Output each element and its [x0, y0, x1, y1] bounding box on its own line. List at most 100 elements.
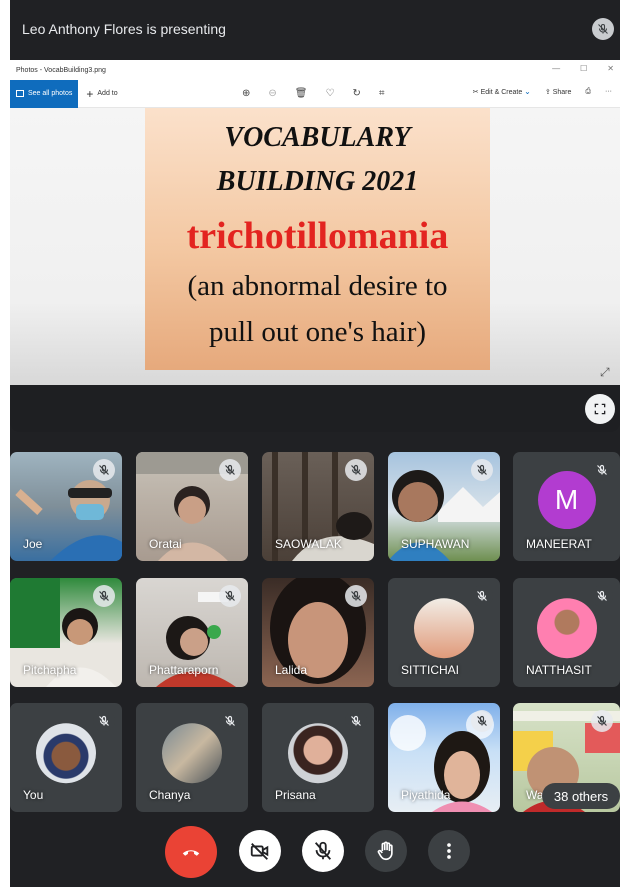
slide-definition-line1: (an abnormal desire to — [187, 270, 448, 302]
participant-tile-you[interactable]: You — [10, 703, 122, 812]
slide-image: VOCABULARY BUILDING 2021 trichotillomani… — [145, 108, 490, 370]
mic-muted-icon — [471, 585, 493, 607]
fullscreen-icon — [594, 403, 606, 415]
participant-name: Joe — [23, 537, 43, 551]
hang-up-icon — [182, 850, 200, 856]
mic-muted-icon — [471, 710, 493, 732]
maximize-icon[interactable]: ☐ — [580, 64, 587, 73]
participant-tile-piyathida[interactable]: Piyathida — [388, 703, 500, 812]
avatar — [288, 722, 348, 783]
participant-name: SITTICHAI — [401, 663, 460, 677]
mic-muted-icon — [93, 710, 115, 732]
participant-tile-saowalak[interactable]: SAOWALAK — [262, 452, 374, 561]
participant-name: SAOWALAK — [275, 537, 342, 551]
slide-heading-line2: BUILDING 2021 — [216, 166, 419, 197]
participant-name: Lalida — [275, 663, 308, 677]
avatar — [414, 597, 474, 658]
share-label: Share — [552, 88, 572, 96]
mic-muted-icon — [219, 459, 241, 481]
add-to-button[interactable]: + Add to — [86, 88, 117, 100]
avatar — [536, 597, 597, 658]
share-button[interactable]: ⇪ Share — [545, 88, 572, 96]
mic-muted-icon — [219, 585, 241, 607]
participant-tile-maneerat[interactable]: M MANEERAT — [513, 452, 620, 561]
mic-muted-icon — [345, 459, 367, 481]
mic-muted-icon — [345, 585, 367, 607]
participant-name: Wa — [526, 788, 544, 802]
hand-icon — [377, 841, 393, 861]
chevron-down-icon: ⌄ — [524, 87, 531, 96]
participant-tile-chanya[interactable]: Chanya — [136, 703, 248, 812]
see-all-label: See all photos — [28, 90, 73, 97]
mic-muted-icon — [219, 710, 241, 732]
minimize-icon[interactable]: — — [552, 64, 560, 73]
more-icon[interactable]: ··· — [605, 88, 612, 95]
print-icon[interactable]: ⎙ — [585, 88, 591, 96]
mic-muted-icon — [591, 710, 613, 732]
participant-tile-phattaraporn[interactable]: Phattaraporn — [136, 578, 248, 687]
mic-toggle-button[interactable] — [302, 830, 344, 872]
photos-window: Photos - VocabBuilding3.png — ☐ ✕ See al… — [10, 60, 620, 385]
avatar — [36, 722, 96, 783]
photo-actions: ✂ Edit & Create ⌄ ⇪ Share ⎙ ··· — [473, 87, 612, 96]
favorite-icon[interactable]: ♡ — [325, 88, 334, 99]
photo-tools: ⊕ ⊖ 🗑 ♡ ↻ ⌗ — [242, 88, 384, 99]
participant-name: Prisana — [275, 788, 316, 802]
delete-icon[interactable]: 🗑 — [295, 88, 308, 99]
participant-name: Piyathida — [401, 788, 451, 802]
camera-off-icon — [250, 843, 269, 860]
mic-muted-icon — [591, 585, 613, 607]
see-all-photos-button[interactable]: See all photos — [10, 79, 79, 108]
mic-muted-icon — [591, 459, 613, 481]
participant-name: Oratai — [149, 537, 182, 551]
photos-icon — [16, 90, 24, 97]
mic-off-icon — [314, 841, 332, 860]
slide-word: trichotillomania — [186, 215, 449, 257]
photos-titlebar: Photos - VocabBuilding3.png — ☐ ✕ — [10, 60, 620, 80]
photos-window-title: Photos - VocabBuilding3.png — [16, 66, 106, 74]
plus-icon: + — [86, 86, 94, 101]
mic-muted-icon — [345, 710, 367, 732]
expand-icon[interactable]: ⤢ — [600, 365, 614, 379]
zoom-out-icon[interactable]: ⊖ — [268, 88, 276, 99]
slide-heading-line1: VOCABULARY — [224, 122, 411, 153]
raise-hand-button[interactable] — [365, 830, 407, 872]
photo-canvas: VOCABULARY BUILDING 2021 trichotillomani… — [10, 108, 620, 385]
crop-icon[interactable]: ⌗ — [379, 88, 385, 99]
share-icon: ⇪ — [544, 88, 551, 96]
edit-create-label: Edit & Create — [480, 89, 523, 96]
mic-muted-icon — [93, 585, 115, 607]
participant-name: SUPHAWAN — [401, 537, 470, 551]
fullscreen-button[interactable] — [585, 394, 615, 424]
add-to-label: Add to — [97, 90, 118, 97]
end-call-button[interactable] — [165, 826, 217, 878]
participant-name: Chanya — [149, 788, 191, 802]
participant-name: MANEERAT — [526, 537, 592, 551]
participant-tile-joe[interactable]: Joe — [10, 452, 122, 561]
participant-name: Pitchapha — [23, 663, 77, 677]
participant-name: You — [23, 788, 44, 802]
camera-toggle-button[interactable] — [239, 830, 281, 872]
zoom-in-icon[interactable]: ⊕ — [242, 88, 250, 99]
photos-toolbar: See all photos + Add to ⊕ ⊖ 🗑 ♡ ↻ ⌗ ✂ Ed… — [10, 79, 620, 108]
participant-tile-suphawan[interactable]: SUPHAWAN — [388, 452, 500, 561]
participant-tile-oratai[interactable]: Oratai — [136, 452, 248, 561]
participant-tile-sittichai[interactable]: SITTICHAI — [388, 578, 500, 687]
rotate-icon[interactable]: ↻ — [352, 88, 360, 99]
participant-tile-natthasit[interactable]: NATTHASIT — [513, 578, 620, 687]
close-icon[interactable]: ✕ — [607, 64, 614, 73]
more-options-button[interactable] — [428, 830, 470, 872]
edit-icon: ✂ — [472, 89, 479, 96]
more-vert-icon — [447, 843, 451, 859]
participant-tile-pitchapha[interactable]: Pitchapha — [10, 578, 122, 687]
slide-definition-line2: pull out one's hair) — [208, 316, 427, 348]
window-controls: — ☐ ✕ — [552, 64, 614, 73]
frame-edge — [0, 0, 10, 887]
participant-tile-prisana[interactable]: Prisana — [262, 703, 374, 812]
mic-muted-icon — [471, 459, 493, 481]
presenter-text: Leo Anthony Flores is presenting — [22, 21, 226, 37]
presenter-bar: Leo Anthony Flores is presenting — [10, 0, 620, 58]
participant-tile-lalida[interactable]: Lalida — [262, 578, 374, 687]
others-count-button[interactable]: 38 others — [542, 783, 620, 809]
edit-create-button[interactable]: ✂ Edit & Create ⌄ — [473, 87, 531, 96]
